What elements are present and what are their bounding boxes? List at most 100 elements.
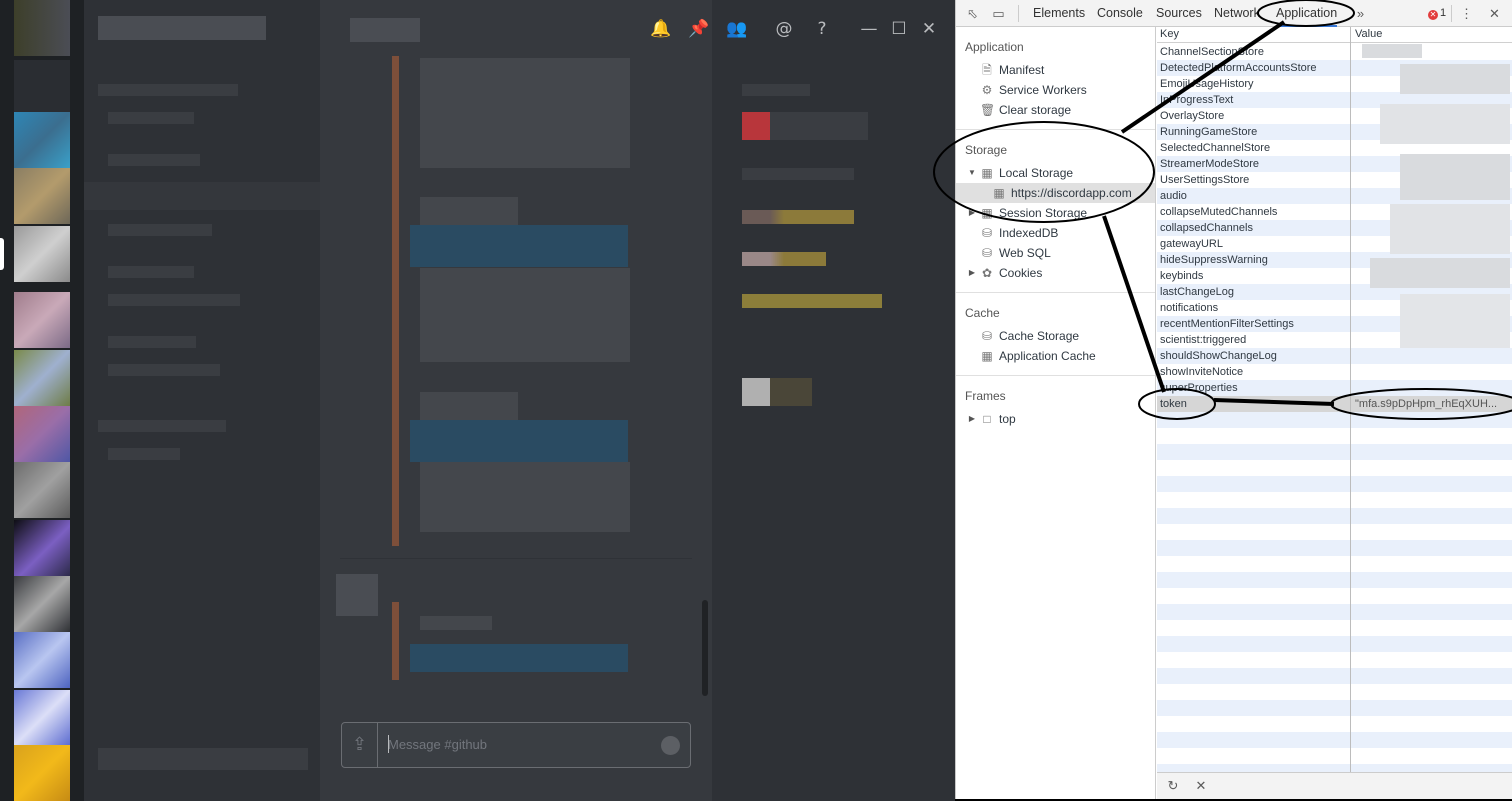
table-row	[1157, 636, 1512, 652]
row-key: showInviteNotice	[1160, 366, 1244, 378]
message-composer[interactable]: ⇪ Message #github	[341, 722, 691, 768]
table-row	[1157, 668, 1512, 684]
sidebar-item-application-cache[interactable]: ▦ Application Cache	[956, 346, 1155, 366]
message-link[interactable]	[410, 644, 628, 672]
grid-icon: ▦	[981, 206, 993, 220]
server-icon[interactable]	[14, 690, 70, 746]
sidebar-item-cache-storage[interactable]: ⛁ Cache Storage	[956, 326, 1155, 346]
column-divider[interactable]	[1350, 27, 1351, 772]
channel-item[interactable]	[84, 182, 320, 210]
collapsed-triangle-icon[interactable]: ▶	[967, 409, 977, 429]
collapsed-triangle-icon[interactable]: ▶	[967, 203, 977, 223]
inspect-element-icon[interactable]: ⬁	[964, 5, 981, 22]
close-icon[interactable]: ✕	[918, 18, 940, 40]
refresh-icon[interactable]: ↻	[1165, 778, 1181, 794]
close-devtools-icon[interactable]: ✕	[1486, 5, 1503, 22]
channel-item[interactable]	[108, 448, 180, 460]
channel-item[interactable]	[108, 266, 194, 278]
minimize-icon[interactable]: —	[858, 18, 880, 40]
channel-item[interactable]	[108, 112, 194, 124]
sidebar-item-label: Web SQL	[999, 246, 1051, 260]
table-row	[1157, 684, 1512, 700]
sidebar-item-clear-storage[interactable]: 🗑 Clear storage	[956, 100, 1155, 120]
table-row[interactable]: showInviteNotice	[1157, 364, 1512, 380]
server-icon[interactable]	[14, 0, 70, 56]
member-item[interactable]	[742, 252, 826, 266]
tab-network[interactable]: Network	[1214, 0, 1260, 27]
server-icon[interactable]	[14, 112, 70, 168]
server-icon[interactable]	[14, 168, 70, 224]
row-key: gatewayURL	[1160, 238, 1223, 250]
help-icon[interactable]: ?	[811, 18, 833, 40]
row-value: "mfa.s9pDpHpm_rhEqXUH...	[1355, 398, 1498, 410]
table-row	[1157, 476, 1512, 492]
sidebar-item-manifest[interactable]: 🗎 Manifest	[956, 60, 1155, 80]
member-item[interactable]	[742, 294, 882, 308]
table-row[interactable]: token "mfa.s9pDpHpm_rhEqXUH...	[1157, 396, 1512, 412]
sidebar-item-service-workers[interactable]: ⚙ Service Workers	[956, 80, 1155, 100]
database-icon: ⛁	[981, 226, 993, 240]
server-icon[interactable]	[14, 60, 70, 116]
server-icon[interactable]	[14, 226, 70, 282]
server-icon[interactable]	[14, 520, 70, 576]
more-tabs-icon[interactable]: »	[1352, 5, 1369, 22]
column-header-value[interactable]: Value	[1355, 28, 1382, 40]
mention-icon[interactable]: @	[773, 18, 795, 40]
blurred-values	[1360, 44, 1510, 362]
message-link[interactable]	[410, 420, 628, 462]
channel-title	[350, 18, 420, 42]
channel-item[interactable]	[108, 154, 200, 166]
tab-application[interactable]: Application	[1276, 0, 1338, 27]
sidebar-item-indexeddb[interactable]: ⛁ IndexedDB	[956, 223, 1155, 243]
sidebar-item-cookies[interactable]: ▶ ✿ Cookies	[956, 263, 1155, 283]
sidebar-item-websql[interactable]: ⛁ Web SQL	[956, 243, 1155, 263]
server-icon[interactable]	[14, 462, 70, 518]
toolbar-separator	[1018, 5, 1019, 22]
server-icon[interactable]	[14, 632, 70, 688]
channel-item[interactable]	[108, 336, 196, 348]
bell-icon[interactable]: 🔔	[650, 18, 672, 40]
device-toolbar-icon[interactable]: ▭	[990, 5, 1007, 22]
row-key: recentMentionFilterSettings	[1160, 318, 1294, 330]
channel-item[interactable]	[98, 420, 226, 432]
column-header-key[interactable]: Key	[1160, 28, 1179, 40]
channel-item[interactable]	[108, 364, 220, 376]
error-counter[interactable]: ✕ 1	[1428, 7, 1446, 20]
tab-console[interactable]: Console	[1097, 0, 1143, 27]
upload-icon[interactable]: ⇪	[342, 723, 378, 767]
message-link[interactable]	[410, 225, 628, 267]
member-item[interactable]	[742, 378, 812, 406]
chat-scrollbar[interactable]	[702, 600, 708, 696]
row-key: InProgressText	[1160, 94, 1234, 106]
kebab-menu-icon[interactable]: ⋮	[1458, 5, 1475, 22]
sidebar-item-local-storage[interactable]: ▼ ▦ Local Storage	[956, 163, 1155, 183]
table-row[interactable]: superProperties	[1157, 380, 1512, 396]
tab-elements[interactable]: Elements	[1033, 0, 1085, 27]
sidebar-item-local-storage-origin[interactable]: ▦ https://discordapp.com	[956, 183, 1155, 203]
emoji-icon[interactable]	[661, 736, 680, 755]
tab-sources[interactable]: Sources	[1156, 0, 1202, 27]
server-icon[interactable]	[14, 350, 70, 406]
sidebar-item-session-storage[interactable]: ▶ ▦ Session Storage	[956, 203, 1155, 223]
member-item[interactable]	[742, 210, 854, 224]
row-key: token	[1160, 398, 1187, 410]
server-icon[interactable]	[14, 406, 70, 462]
members-icon[interactable]: 👥	[724, 18, 750, 40]
collapsed-triangle-icon[interactable]: ▶	[967, 263, 977, 283]
pin-icon[interactable]: 📌	[688, 18, 710, 40]
delete-icon[interactable]: ✕	[1193, 778, 1209, 794]
row-key: keybinds	[1160, 270, 1204, 282]
server-icon[interactable]	[14, 292, 70, 348]
active-server-indicator	[0, 238, 4, 270]
server-icon[interactable]	[14, 576, 70, 632]
server-icon[interactable]	[14, 745, 70, 801]
expanded-triangle-icon[interactable]: ▼	[967, 163, 977, 183]
member-item[interactable]	[742, 112, 868, 140]
message-text	[420, 462, 630, 532]
channel-item[interactable]	[108, 294, 240, 306]
message-input[interactable]: Message #github	[388, 737, 487, 752]
channel-item[interactable]	[98, 84, 238, 96]
sidebar-item-frame-top[interactable]: ▶ □ top	[956, 409, 1155, 429]
maximize-icon[interactable]: ☐	[888, 18, 910, 40]
channel-item[interactable]	[108, 224, 212, 236]
